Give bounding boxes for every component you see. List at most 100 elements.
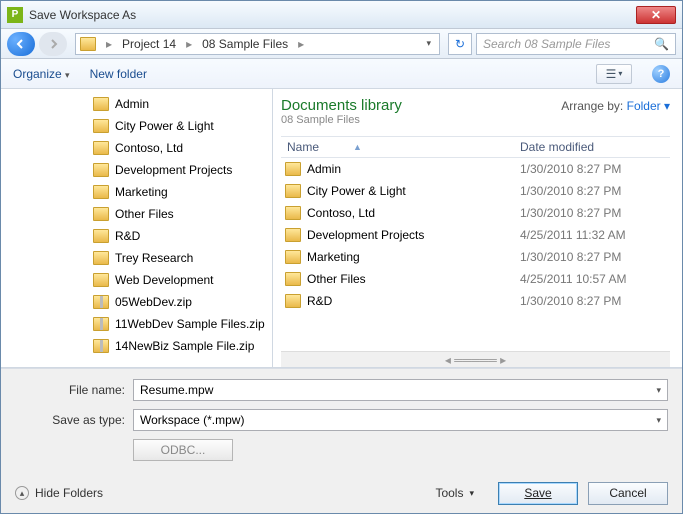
filename-input[interactable]: Resume.mpw ▾ bbox=[133, 379, 668, 401]
file-date: 4/25/2011 10:57 AM bbox=[520, 272, 670, 286]
tools-menu[interactable]: Tools ▾ bbox=[435, 486, 474, 500]
save-button[interactable]: Save bbox=[498, 482, 578, 505]
folder-icon bbox=[285, 272, 301, 286]
file-row[interactable]: Admin 1/30/2010 8:27 PM bbox=[281, 158, 670, 180]
tree-item[interactable]: Development Projects bbox=[21, 159, 272, 181]
zip-icon bbox=[93, 317, 109, 331]
new-folder-button[interactable]: New folder bbox=[90, 67, 147, 81]
tree-item-label: Contoso, Ltd bbox=[115, 141, 183, 155]
folder-icon bbox=[93, 97, 109, 111]
file-name: Contoso, Ltd bbox=[307, 206, 375, 220]
back-button[interactable] bbox=[7, 32, 35, 56]
file-row[interactable]: Marketing1/30/2010 8:27 PM bbox=[281, 246, 670, 268]
tree-item[interactable]: Admin bbox=[21, 93, 272, 115]
folder-icon bbox=[93, 251, 109, 265]
file-date: 4/25/2011 11:32 AM bbox=[520, 228, 670, 242]
folder-icon bbox=[93, 163, 109, 177]
library-subtitle: 08 Sample Files bbox=[281, 114, 402, 126]
file-row[interactable]: City Power & Light 1/30/2010 8:27 PM bbox=[281, 180, 670, 202]
nav-bar: ▸ Project 14 ▸ 08 Sample Files ▸ ▾ ↻ Sea… bbox=[1, 29, 682, 59]
column-headers[interactable]: Name▲ Date modified bbox=[281, 136, 670, 158]
zip-icon bbox=[93, 339, 109, 353]
close-button[interactable]: ✕ bbox=[636, 6, 676, 24]
cancel-button[interactable]: Cancel bbox=[588, 482, 668, 505]
chevron-down-icon[interactable]: ▾ bbox=[422, 38, 435, 49]
tree-item-label: Other Files bbox=[115, 207, 174, 221]
tree-item[interactable]: Web Development bbox=[21, 269, 272, 291]
tree-item[interactable]: Marketing bbox=[21, 181, 272, 203]
file-name: Admin bbox=[307, 162, 341, 176]
folder-icon bbox=[285, 162, 301, 176]
breadcrumb-sep: ▸ bbox=[294, 37, 308, 51]
help-button[interactable]: ? bbox=[652, 65, 670, 83]
filename-label: File name: bbox=[15, 383, 125, 397]
tree-item[interactable]: Contoso, Ltd bbox=[21, 137, 272, 159]
back-arrow-icon bbox=[15, 38, 27, 50]
forward-button[interactable] bbox=[39, 32, 67, 56]
view-mode-button[interactable]: ☰ ▾ bbox=[596, 64, 632, 84]
horizontal-scrollbar[interactable]: ◂ ═════ ▸ bbox=[281, 351, 670, 367]
tree-item[interactable]: Other Files bbox=[21, 203, 272, 225]
tree-item-label: Trey Research bbox=[115, 251, 193, 265]
tree-item[interactable]: R&D bbox=[21, 225, 272, 247]
file-list[interactable]: Admin1/30/2010 8:27 PMCity Power & Light… bbox=[281, 158, 670, 351]
file-date: 1/30/2010 8:27 PM bbox=[520, 250, 670, 264]
file-pane: Documents library 08 Sample Files Arrang… bbox=[273, 89, 682, 367]
column-name[interactable]: Name▲ bbox=[281, 140, 520, 154]
titlebar: P Save Workspace As ✕ bbox=[1, 1, 682, 29]
file-date: 1/30/2010 8:27 PM bbox=[520, 184, 670, 198]
file-date: 1/30/2010 8:27 PM bbox=[520, 294, 670, 308]
file-name: Development Projects bbox=[307, 228, 424, 242]
tree-item-label: Web Development bbox=[115, 273, 214, 287]
search-placeholder: Search 08 Sample Files bbox=[483, 37, 610, 51]
forward-arrow-icon bbox=[47, 38, 59, 50]
file-name: City Power & Light bbox=[307, 184, 406, 198]
tree-item[interactable]: 05WebDev.zip bbox=[21, 291, 272, 313]
folder-icon bbox=[93, 141, 109, 155]
file-row[interactable]: Other Files 4/25/2011 10:57 AM bbox=[281, 268, 670, 290]
app-icon: P bbox=[7, 7, 23, 23]
search-icon: 🔍 bbox=[654, 37, 669, 51]
tree-item[interactable]: 11WebDev Sample Files.zip bbox=[21, 313, 272, 335]
folder-icon bbox=[285, 228, 301, 242]
tree-item-label: City Power & Light bbox=[115, 119, 214, 133]
folder-icon bbox=[93, 185, 109, 199]
column-date[interactable]: Date modified bbox=[520, 140, 670, 154]
file-row[interactable]: R&D 1/30/2010 8:27 PM bbox=[281, 290, 670, 312]
breadcrumb[interactable]: ▸ Project 14 ▸ 08 Sample Files ▸ ▾ bbox=[75, 33, 440, 55]
sort-asc-icon: ▲ bbox=[353, 142, 362, 152]
refresh-button[interactable]: ↻ bbox=[448, 33, 472, 55]
folder-icon bbox=[93, 207, 109, 221]
breadcrumb-seg[interactable]: Project 14 bbox=[118, 37, 180, 51]
tree-item-label: 11WebDev Sample Files.zip bbox=[115, 317, 265, 331]
breadcrumb-seg[interactable]: 08 Sample Files bbox=[198, 37, 292, 51]
folder-icon bbox=[80, 37, 96, 51]
save-form: File name: Resume.mpw ▾ Save as type: Wo… bbox=[1, 368, 682, 473]
breadcrumb-sep: ▸ bbox=[102, 37, 116, 51]
file-name: R&D bbox=[307, 294, 332, 308]
file-row[interactable]: Contoso, Ltd 1/30/2010 8:27 PM bbox=[281, 202, 670, 224]
tree-item[interactable]: 14NewBiz Sample File.zip bbox=[21, 335, 272, 357]
hide-folders-button[interactable]: ▴ Hide Folders bbox=[15, 486, 103, 500]
collapse-icon: ▴ bbox=[15, 486, 29, 500]
odbc-button[interactable]: ODBC... bbox=[133, 439, 233, 461]
filetype-select[interactable]: Workspace (*.mpw) ▾ bbox=[133, 409, 668, 431]
chevron-down-icon[interactable]: ▾ bbox=[656, 415, 661, 426]
search-input[interactable]: Search 08 Sample Files 🔍 bbox=[476, 33, 676, 55]
organize-menu[interactable]: Organize ▾ bbox=[13, 67, 70, 81]
tree-item-label: 14NewBiz Sample File.zip bbox=[115, 339, 254, 353]
tree-item[interactable]: City Power & Light bbox=[21, 115, 272, 137]
folder-tree[interactable]: Admin City Power & Light Contoso, Ltd Devel… bbox=[1, 89, 273, 367]
chevron-down-icon[interactable]: ▾ bbox=[656, 385, 661, 396]
tree-item-label: Admin bbox=[115, 97, 149, 111]
save-dialog: P Save Workspace As ✕ ▸ Project 14 ▸ 08 … bbox=[0, 0, 683, 514]
breadcrumb-sep: ▸ bbox=[182, 37, 196, 51]
file-date: 1/30/2010 8:27 PM bbox=[520, 162, 670, 176]
arrange-by[interactable]: Arrange by: Folder ▾ bbox=[561, 99, 670, 113]
file-date: 1/30/2010 8:27 PM bbox=[520, 206, 670, 220]
folder-icon bbox=[285, 206, 301, 220]
folder-icon bbox=[285, 184, 301, 198]
file-name: Other Files bbox=[307, 272, 366, 286]
file-row[interactable]: Development Projects 4/25/2011 11:32 AM bbox=[281, 224, 670, 246]
tree-item[interactable]: Trey Research bbox=[21, 247, 272, 269]
